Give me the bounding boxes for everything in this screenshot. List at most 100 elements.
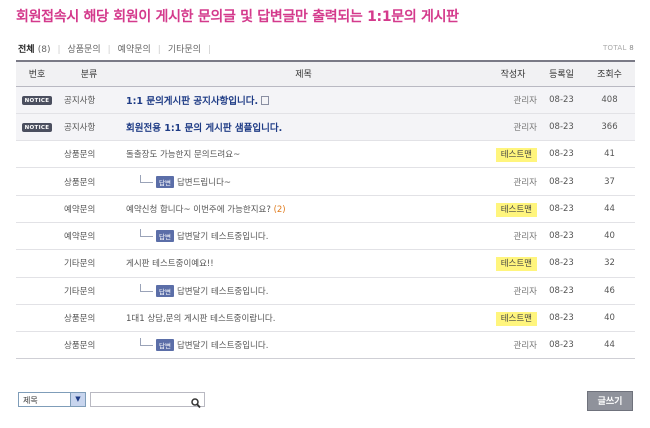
post-number bbox=[16, 168, 58, 195]
post-category: 공지사항 bbox=[64, 95, 96, 106]
post-number: NOTICE bbox=[16, 113, 58, 140]
author-name: 테스트맨 bbox=[495, 312, 537, 327]
post-number bbox=[16, 250, 58, 277]
table-row[interactable]: 기타문의 게시판 테스트중이예요!! 테스트맨 08-23 32 bbox=[16, 250, 635, 278]
post-date: 08-23 bbox=[549, 231, 574, 242]
search-icon[interactable] bbox=[191, 394, 201, 413]
header-author: 작성자 bbox=[500, 70, 526, 81]
post-views: 44 bbox=[604, 203, 615, 214]
author-name: 테스트맨 bbox=[495, 202, 537, 217]
post-views: 46 bbox=[604, 285, 615, 296]
notice-badge: NOTICE bbox=[21, 122, 53, 132]
post-subject: 회원전용 1:1 문의 게시판 샘플입니다. bbox=[120, 113, 487, 140]
comment-count: (2) bbox=[273, 204, 286, 215]
tab-reservation[interactable]: 예약문의 bbox=[118, 42, 151, 55]
post-date: 08-23 bbox=[549, 285, 574, 296]
post-date: 08-23 bbox=[549, 258, 574, 269]
post-subject: 1대1 상담,문의 게시판 테스트중이랍니다. bbox=[120, 304, 487, 331]
post-number bbox=[16, 277, 58, 304]
tab-divider: | bbox=[157, 45, 161, 55]
post-category: 상품문의 bbox=[64, 341, 96, 352]
table-row[interactable]: 상품문의 답변 답변달기 테스트중입니다. 관리자 08-23 44 bbox=[16, 332, 635, 359]
post-subject-link[interactable]: 답변달기 테스트중입니다. bbox=[177, 287, 268, 297]
post-author: 관리자 bbox=[487, 113, 539, 140]
post-number bbox=[16, 141, 58, 168]
reply-badge: 답변 bbox=[156, 230, 174, 243]
search-field-select[interactable]: 제목 ▼ bbox=[18, 392, 86, 407]
post-views: 366 bbox=[601, 121, 618, 132]
post-subject-link[interactable]: 게시판 테스트중이예요!! bbox=[126, 259, 214, 269]
post-date: 08-23 bbox=[549, 121, 574, 132]
post-subject: 1:1 문의게시판 공지사항입니다. bbox=[120, 86, 487, 113]
file-icon bbox=[261, 95, 270, 105]
post-date: 08-23 bbox=[549, 94, 574, 105]
post-number bbox=[16, 195, 58, 222]
post-category: 상품문의 bbox=[64, 177, 96, 188]
reply-arrow-icon bbox=[140, 338, 153, 347]
post-views: 32 bbox=[604, 258, 615, 269]
table-row[interactable]: 예약문의 예약신청 합니다~ 이번주에 가능한지요? (2) 테스트맨 08-23 44 bbox=[16, 195, 635, 223]
board-table: 번호 분류 제목 작성자 등록일 조회수 NOTICE 공지사항 1:1 문의게시판… bbox=[16, 60, 635, 359]
table-row[interactable]: 상품문의 답변 답변드립니다~ 관리자 08-23 37 bbox=[16, 168, 635, 196]
tab-divider: | bbox=[207, 45, 212, 55]
post-date: 08-23 bbox=[549, 176, 574, 187]
post-subject: 예약신청 합니다~ 이번주에 가능한지요? (2) bbox=[120, 195, 487, 222]
post-subject-link[interactable]: 1대1 상담,문의 게시판 테스트중이랍니다. bbox=[126, 314, 275, 324]
table-row[interactable]: 예약문의 답변 답변달기 테스트중입니다. 관리자 08-23 40 bbox=[16, 222, 635, 250]
write-button[interactable]: 글쓰기 bbox=[587, 391, 633, 411]
post-category: 공지사항 bbox=[64, 122, 96, 133]
table-row[interactable]: 상품문의 돌출장도 가능한지 문의드려요~ 테스트맨 08-23 41 bbox=[16, 141, 635, 168]
post-subject-link[interactable]: 돌출장도 가능한지 문의드려요~ bbox=[126, 150, 240, 160]
post-subject: 답변 답변달기 테스트중입니다. bbox=[120, 332, 487, 359]
author-name: 관리자 bbox=[513, 341, 537, 352]
reply-badge: 답변 bbox=[156, 284, 174, 297]
post-category: 기타문의 bbox=[64, 259, 96, 270]
author-name: 관리자 bbox=[513, 232, 537, 243]
tab-all[interactable]: 전체 (8) bbox=[18, 42, 50, 55]
tab-product[interactable]: 상품문의 bbox=[68, 42, 101, 55]
post-category: 기타문의 bbox=[64, 286, 96, 297]
post-views: 37 bbox=[604, 176, 615, 187]
page-title: 회원접속시 해당 회원이 게시한 문의글 및 답변글만 출력되는 1:1문의 게… bbox=[16, 9, 459, 25]
table-header: 번호 분류 제목 작성자 등록일 조회수 bbox=[16, 61, 635, 86]
table-row[interactable]: NOTICE 공지사항 1:1 문의게시판 공지사항입니다. 관리자 08-23 408 bbox=[16, 86, 635, 114]
post-subject-link[interactable]: 답변달기 테스트중입니다. bbox=[177, 341, 268, 351]
post-subject-link[interactable]: 답변드립니다~ bbox=[177, 178, 231, 188]
author-name: 관리자 bbox=[513, 95, 537, 106]
post-category: 예약문의 bbox=[64, 204, 96, 215]
notice-badge: NOTICE bbox=[21, 95, 53, 105]
post-subject-link[interactable]: 회원전용 1:1 문의 게시판 샘플입니다. bbox=[126, 123, 282, 134]
reply-badge: 답변 bbox=[156, 339, 174, 352]
tab-divider: | bbox=[57, 45, 61, 55]
post-number: NOTICE bbox=[16, 86, 58, 113]
reply-arrow-icon bbox=[140, 174, 153, 183]
table-row[interactable]: 상품문의 1대1 상담,문의 게시판 테스트중이랍니다. 테스트맨 08-23 40 bbox=[16, 304, 635, 332]
table-row[interactable]: NOTICE 공지사항 회원전용 1:1 문의 게시판 샘플입니다. 관리자 08-23… bbox=[16, 113, 635, 141]
post-subject: 돌출장도 가능한지 문의드려요~ bbox=[120, 141, 487, 168]
post-subject-link[interactable]: 예약신청 합니다~ 이번주에 가능한지요? bbox=[126, 205, 271, 215]
post-category: 상품문의 bbox=[64, 314, 96, 325]
post-author: 관리자 bbox=[487, 222, 539, 249]
category-tabs: 전체 (8) | 상품문의 | 예약문의 | 기타문의 | TOTAL 8 bbox=[18, 42, 634, 56]
post-views: 41 bbox=[604, 149, 615, 160]
post-views: 40 bbox=[604, 313, 615, 324]
post-author: 테스트맨 bbox=[487, 304, 539, 331]
search-input[interactable] bbox=[90, 392, 205, 409]
post-subject-link[interactable]: 답변달기 테스트중입니다. bbox=[177, 232, 268, 242]
post-subject-link[interactable]: 1:1 문의게시판 공지사항입니다. bbox=[126, 96, 258, 107]
header-num: 번호 bbox=[28, 70, 46, 81]
author-name: 관리자 bbox=[513, 122, 537, 133]
chevron-down-icon[interactable]: ▼ bbox=[70, 393, 85, 406]
header-subject: 제목 bbox=[295, 70, 312, 81]
post-author: 테스트맨 bbox=[487, 195, 539, 222]
tab-other[interactable]: 기타문의 bbox=[168, 42, 201, 55]
post-date: 08-23 bbox=[549, 203, 574, 214]
post-subject: 게시판 테스트중이예요!! bbox=[120, 250, 487, 277]
table-row[interactable]: 기타문의 답변 답변달기 테스트중입니다. 관리자 08-23 46 bbox=[16, 277, 635, 305]
author-name: 관리자 bbox=[513, 286, 537, 297]
post-date: 08-23 bbox=[549, 340, 574, 351]
post-views: 40 bbox=[604, 231, 615, 242]
tab-divider: | bbox=[107, 45, 111, 55]
post-views: 44 bbox=[604, 340, 615, 351]
post-category: 예약문의 bbox=[64, 232, 96, 243]
